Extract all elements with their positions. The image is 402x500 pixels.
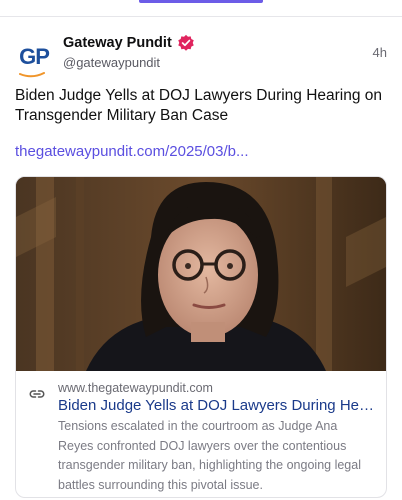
avatar[interactable]: GP	[15, 38, 53, 78]
avatar-logo-text: GP	[19, 44, 50, 69]
link-preview-description: Tensions escalated in the courtroom as J…	[58, 419, 361, 492]
author-handle[interactable]: @gatewaypundit	[63, 55, 195, 70]
author-name[interactable]: Gateway Pundit	[63, 35, 172, 51]
link-icon	[29, 390, 45, 398]
post-text: Biden Judge Yells at DOJ Lawyers During …	[15, 87, 383, 124]
author-block: Gateway Pundit @gatewaypundit	[63, 34, 195, 70]
avatar-swoosh-icon	[19, 72, 45, 78]
link-preview-title[interactable]: Biden Judge Yells at DOJ Lawyers During …	[58, 397, 376, 414]
top-tab-bar	[0, 0, 402, 17]
link-preview-card[interactable]: www.thegatewaypundit.com Biden Judge Yel…	[15, 176, 387, 498]
judge-photo	[16, 177, 386, 371]
link-preview-domain: www.thegatewaypundit.com	[58, 381, 213, 395]
author-name-row: Gateway Pundit	[63, 34, 195, 52]
post-link[interactable]: thegatewaypundit.com/2025/03/b...	[15, 143, 249, 160]
active-tab-indicator	[139, 0, 263, 3]
verified-badge-icon	[178, 34, 194, 51]
post[interactable]: GP Gateway Pundit @gatewaypundit 4h Bide…	[0, 18, 402, 500]
link-preview-image[interactable]	[16, 177, 386, 371]
post-timestamp[interactable]: 4h	[373, 45, 387, 60]
link-preview-body[interactable]: www.thegatewaypundit.com Biden Judge Yel…	[16, 371, 386, 497]
